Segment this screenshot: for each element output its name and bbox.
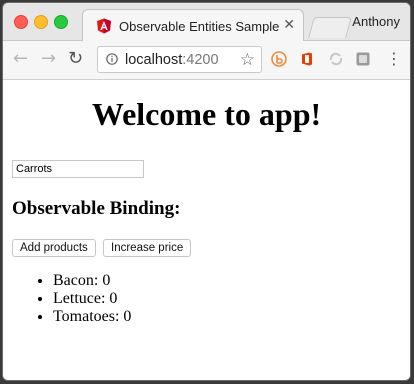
url-host: localhost <box>125 52 183 68</box>
list-item: Lettuce: 0 <box>53 290 131 308</box>
office-icon[interactable] <box>299 51 315 67</box>
reload-icon[interactable]: ↻ <box>68 50 83 68</box>
star-icon[interactable]: ☆ <box>240 50 255 70</box>
kebab-menu-icon[interactable]: ⋮ <box>386 49 402 68</box>
browser-tab[interactable]: Observable Entities Sample ✕ <box>82 9 304 41</box>
new-tab-button[interactable] <box>308 17 352 38</box>
add-products-button[interactable]: Add products <box>12 239 96 257</box>
page-content: Welcome to app! Observable Binding: Add … <box>3 80 410 380</box>
info-icon[interactable] <box>106 53 118 65</box>
page-title: Welcome to app! <box>91 96 322 132</box>
angular-logo-icon <box>97 18 111 34</box>
browser-toolbar: ← → ↻ localhost:4200 ☆ ⋮ <box>3 41 410 80</box>
product-list: Bacon: 0 Lettuce: 0 Tomatoes: 0 <box>13 272 131 326</box>
extension-b-icon[interactable] <box>271 51 287 67</box>
profile-name[interactable]: Anthony <box>352 14 400 29</box>
window-minimize-button[interactable] <box>34 15 48 29</box>
extension-box-icon[interactable] <box>355 51 371 67</box>
sync-extension-icon[interactable] <box>328 51 344 67</box>
product-name-input[interactable] <box>12 160 144 178</box>
list-item: Tomatoes: 0 <box>53 308 131 326</box>
window-maximize-button[interactable] <box>54 15 68 29</box>
section-heading: Observable Binding: <box>12 198 181 219</box>
back-arrow-icon[interactable]: ← <box>13 50 28 68</box>
increase-price-button[interactable]: Increase price <box>103 239 192 257</box>
list-item: Bacon: 0 <box>53 272 131 290</box>
address-bar[interactable]: localhost:4200 ☆ <box>97 46 262 73</box>
window-close-button[interactable] <box>14 15 28 29</box>
forward-arrow-icon[interactable]: → <box>41 50 56 68</box>
tab-title: Observable Entities Sample <box>119 19 280 34</box>
browser-window: Observable Entities Sample ✕ Anthony ← →… <box>3 3 410 380</box>
title-bar: Observable Entities Sample ✕ Anthony <box>3 3 410 41</box>
url-port: :4200 <box>182 52 219 68</box>
url-text: localhost:4200 <box>125 52 219 68</box>
tab-close-icon[interactable]: ✕ <box>283 17 295 33</box>
